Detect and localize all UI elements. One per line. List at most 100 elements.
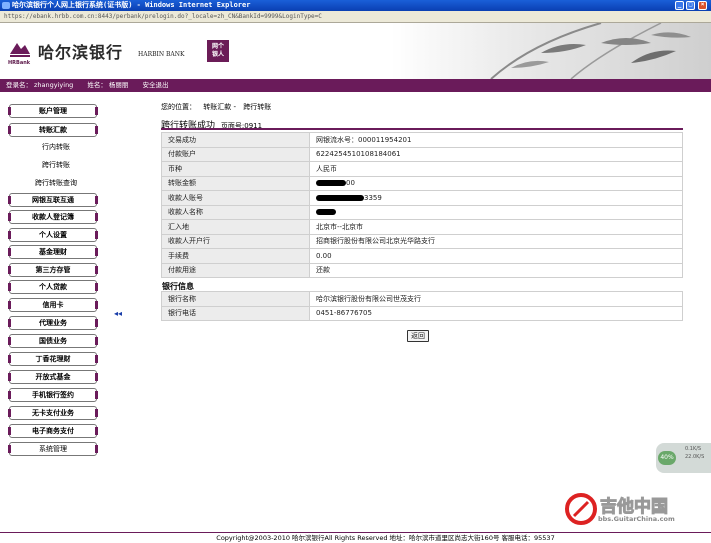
row-value: 网银流水号：000011954201 [309,132,683,148]
ie-icon [2,2,10,9]
row-label: 手续费 [161,248,310,264]
table-row: 交易成功 网银流水号：000011954201 [161,132,683,148]
sidebar-item-credit-card[interactable]: 信用卡 [8,298,98,312]
row-value-masked: 3359 [309,190,683,206]
table-row: 收款人名称 [161,204,683,220]
row-value: 人民币 [309,161,683,177]
sidebar-item-ecommerce[interactable]: 电子商务支付 [8,424,98,438]
speed-up: 0.1K/S [685,446,702,452]
row-label: 转账金额 [161,175,310,191]
name-label: 姓名： [87,81,107,89]
row-value-masked [309,204,683,220]
widget-speed: 0.1K/S 22.0K/S [685,445,704,461]
collapse-sidebar-icon[interactable]: ◂◂ [114,309,122,318]
row-label: 交易成功 [161,132,310,148]
row-label: 收款人名称 [161,204,310,220]
row-label: 银行名称 [161,291,310,307]
window-title: 哈尔滨银行个人网上银行系统(证书版) - Windows Internet Ex… [12,1,251,9]
redaction-mask [316,209,336,216]
minimize-icon[interactable]: _ [675,1,684,10]
sidebar-item-interbank[interactable]: 网银互联互通 [8,193,98,207]
row-value: 还款 [309,262,683,278]
ebank-seal: 网个 银人 [207,40,229,62]
table-row: 银行名称 哈尔滨银行股份有限公司世茂支行 [161,291,683,307]
maximize-icon[interactable]: □ [686,1,695,10]
row-label: 汇入地 [161,219,310,235]
account-visible: 3359 [364,193,382,202]
sidebar-item-system[interactable]: 系统管理 [8,442,98,456]
widget-percent: 40% [658,451,676,465]
bank-name-en: HARBIN BANK [138,51,185,58]
row-label: 收款人账号 [161,190,310,206]
row-label: 收款人开户行 [161,233,310,249]
amount-visible: 00 [346,179,355,188]
address-url[interactable]: https://ebank.hrbb.com.cn:8443/perbank/p… [4,13,322,20]
table-row: 银行电话 0451-86776705 [161,305,683,321]
table-row: 付款用途 还款 [161,262,683,278]
watermark-url: bbs.GuitarChina.com [598,515,675,523]
sidebar-item-loan[interactable]: 个人贷款 [8,280,98,294]
redaction-mask [316,180,346,187]
network-widget[interactable]: 40% 0.1K/S 22.0K/S [656,443,711,473]
sidebar-sub-intra-transfer[interactable]: 行内转账 [0,142,112,152]
row-value-masked: 00 [309,175,683,191]
logo-sub-text: HRBank [8,60,31,66]
back-button[interactable]: 返回 [407,330,429,342]
sidebar-sub-inter-transfer[interactable]: 跨行转账 [0,160,112,170]
breadcrumb-level2[interactable]: 跨行转账 [243,103,271,111]
breadcrumb-prefix: 您的位置： [161,103,196,111]
row-value: 北京市--北京市 [309,219,683,235]
breadcrumb: 您的位置： 转账汇款 - 跨行转账 [161,102,276,112]
table-row: 付款账户 6224254510108184061 [161,146,683,162]
user-info-bar: 登录名： zhangyiying 姓名： 杨丽丽 安全退出 [0,79,711,92]
row-label: 币种 [161,161,310,177]
sidebar-item-settings[interactable]: 个人设置 [8,228,98,242]
sidebar-item-transfer[interactable]: 转账汇款 [8,123,98,137]
table-row: 币种 人民币 [161,161,683,177]
row-value: 招商银行股份有限公司北京光华路支行 [309,233,683,249]
bank-info-table: 银行名称 哈尔滨银行股份有限公司世茂支行 银行电话 0451-86776705 [161,291,683,321]
sidebar-menu: 账户管理 转账汇款 行内转账 跨行转账 跨行转账查询 网银互联互通 收款人登记簿… [0,92,112,532]
table-row: 收款人开户行 招商银行股份有限公司北京光华路支行 [161,233,683,249]
sidebar-item-cardless-pay[interactable]: 无卡支付业务 [8,406,98,420]
sidebar-item-account[interactable]: 账户管理 [8,104,98,118]
table-row: 汇入地 北京市--北京市 [161,219,683,235]
sidebar-item-agency[interactable]: 代理业务 [8,316,98,330]
sidebar-item-open-fund[interactable]: 开放式基金 [8,370,98,384]
table-row: 收款人账号 3359 [161,190,683,206]
row-value: 0.00 [309,248,683,264]
close-icon[interactable]: × [698,1,707,10]
sidebar-item-lilac-finance[interactable]: 丁香花理财 [8,352,98,366]
page-footer: Copyright@2003-2010 哈尔滨银行All Rights Rese… [0,532,711,543]
row-label: 付款账户 [161,146,310,162]
watermark-text: 吉他中国 [600,497,669,518]
sidebar-sub-inter-query[interactable]: 跨行转账查询 [0,178,112,188]
table-row: 手续费 0.00 [161,248,683,264]
logout-link[interactable]: 安全退出 [142,81,168,89]
login-value: zhangyiying [34,81,74,89]
name-value: 杨丽丽 [108,81,129,89]
bank-logo-icon [10,43,30,57]
breadcrumb-level1[interactable]: 转账汇款 - [203,103,236,111]
sidebar-item-fund-finance[interactable]: 基金理财 [8,245,98,259]
sidebar-item-mobile-bank[interactable]: 手机银行签约 [8,388,98,402]
row-value: 哈尔滨银行股份有限公司世茂支行 [309,291,683,307]
watermark: 吉他中国 bbs.GuitarChina.com [562,488,711,532]
sidebar-item-payee-book[interactable]: 收款人登记簿 [8,210,98,224]
row-value: 0451-86776705 [309,305,683,321]
speed-down: 22.0K/S [685,454,705,460]
row-label: 付款用途 [161,262,310,278]
title-divider [161,128,683,130]
window-titlebar: 哈尔滨银行个人网上银行系统(证书版) - Windows Internet Ex… [0,0,711,11]
sidebar-item-third-party[interactable]: 第三方存管 [8,263,98,277]
guitar-logo-icon [565,493,597,525]
header-banner: HRBank 哈尔滨银行 HARBIN BANK 网个 银人 [0,23,711,79]
row-value: 6224254510108184061 [309,146,683,162]
redaction-mask [316,194,364,201]
bamboo-decoration-icon [490,23,691,79]
table-row: 转账金额 00 [161,175,683,191]
transfer-detail-table: 交易成功 网银流水号：000011954201 付款账户 6224254510108… [161,132,683,278]
address-bar[interactable]: https://ebank.hrbb.com.cn:8443/perbank/p… [0,11,711,23]
login-label: 登录名： [6,81,32,89]
sidebar-item-bonds[interactable]: 国债业务 [8,334,98,348]
